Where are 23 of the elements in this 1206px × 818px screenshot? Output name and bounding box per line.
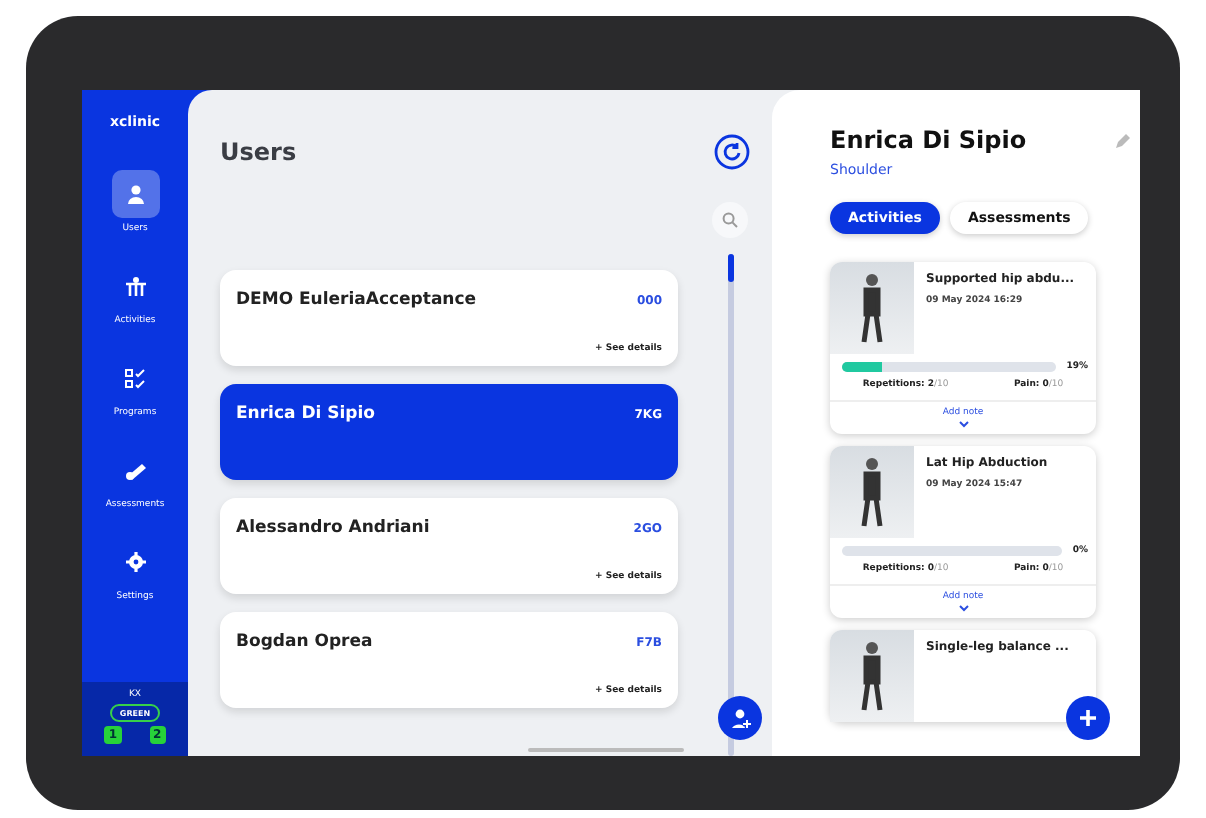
checklist-icon <box>124 367 146 389</box>
photo-placeholder <box>830 262 914 354</box>
search-icon[interactable] <box>712 202 748 238</box>
add-user-icon <box>729 707 751 729</box>
user-name: DEMO EuleriaAcceptance <box>236 290 477 310</box>
photo-placeholder <box>830 630 914 722</box>
settings-icon <box>125 552 145 572</box>
user-name: Alessandro Andriani <box>236 518 430 538</box>
refresh-icon[interactable] <box>714 134 750 170</box>
add-button[interactable] <box>1066 696 1110 740</box>
add-user-button[interactable] <box>718 696 762 740</box>
patient-name: Enrica Di Sipio <box>830 126 1027 154</box>
chevron-down-icon[interactable] <box>957 604 969 612</box>
scrollbar[interactable] <box>727 254 733 756</box>
plus-icon <box>1078 708 1098 728</box>
user-name: Enrica Di Sipio <box>236 404 375 424</box>
user-icon <box>125 184 145 204</box>
activity-icon <box>123 276 147 296</box>
page-title: Users <box>220 138 297 166</box>
user-name: Bogdan Oprea <box>236 632 373 652</box>
tool-icon <box>123 460 147 480</box>
chevron-down-icon[interactable] <box>957 420 969 428</box>
photo-placeholder <box>830 446 914 538</box>
